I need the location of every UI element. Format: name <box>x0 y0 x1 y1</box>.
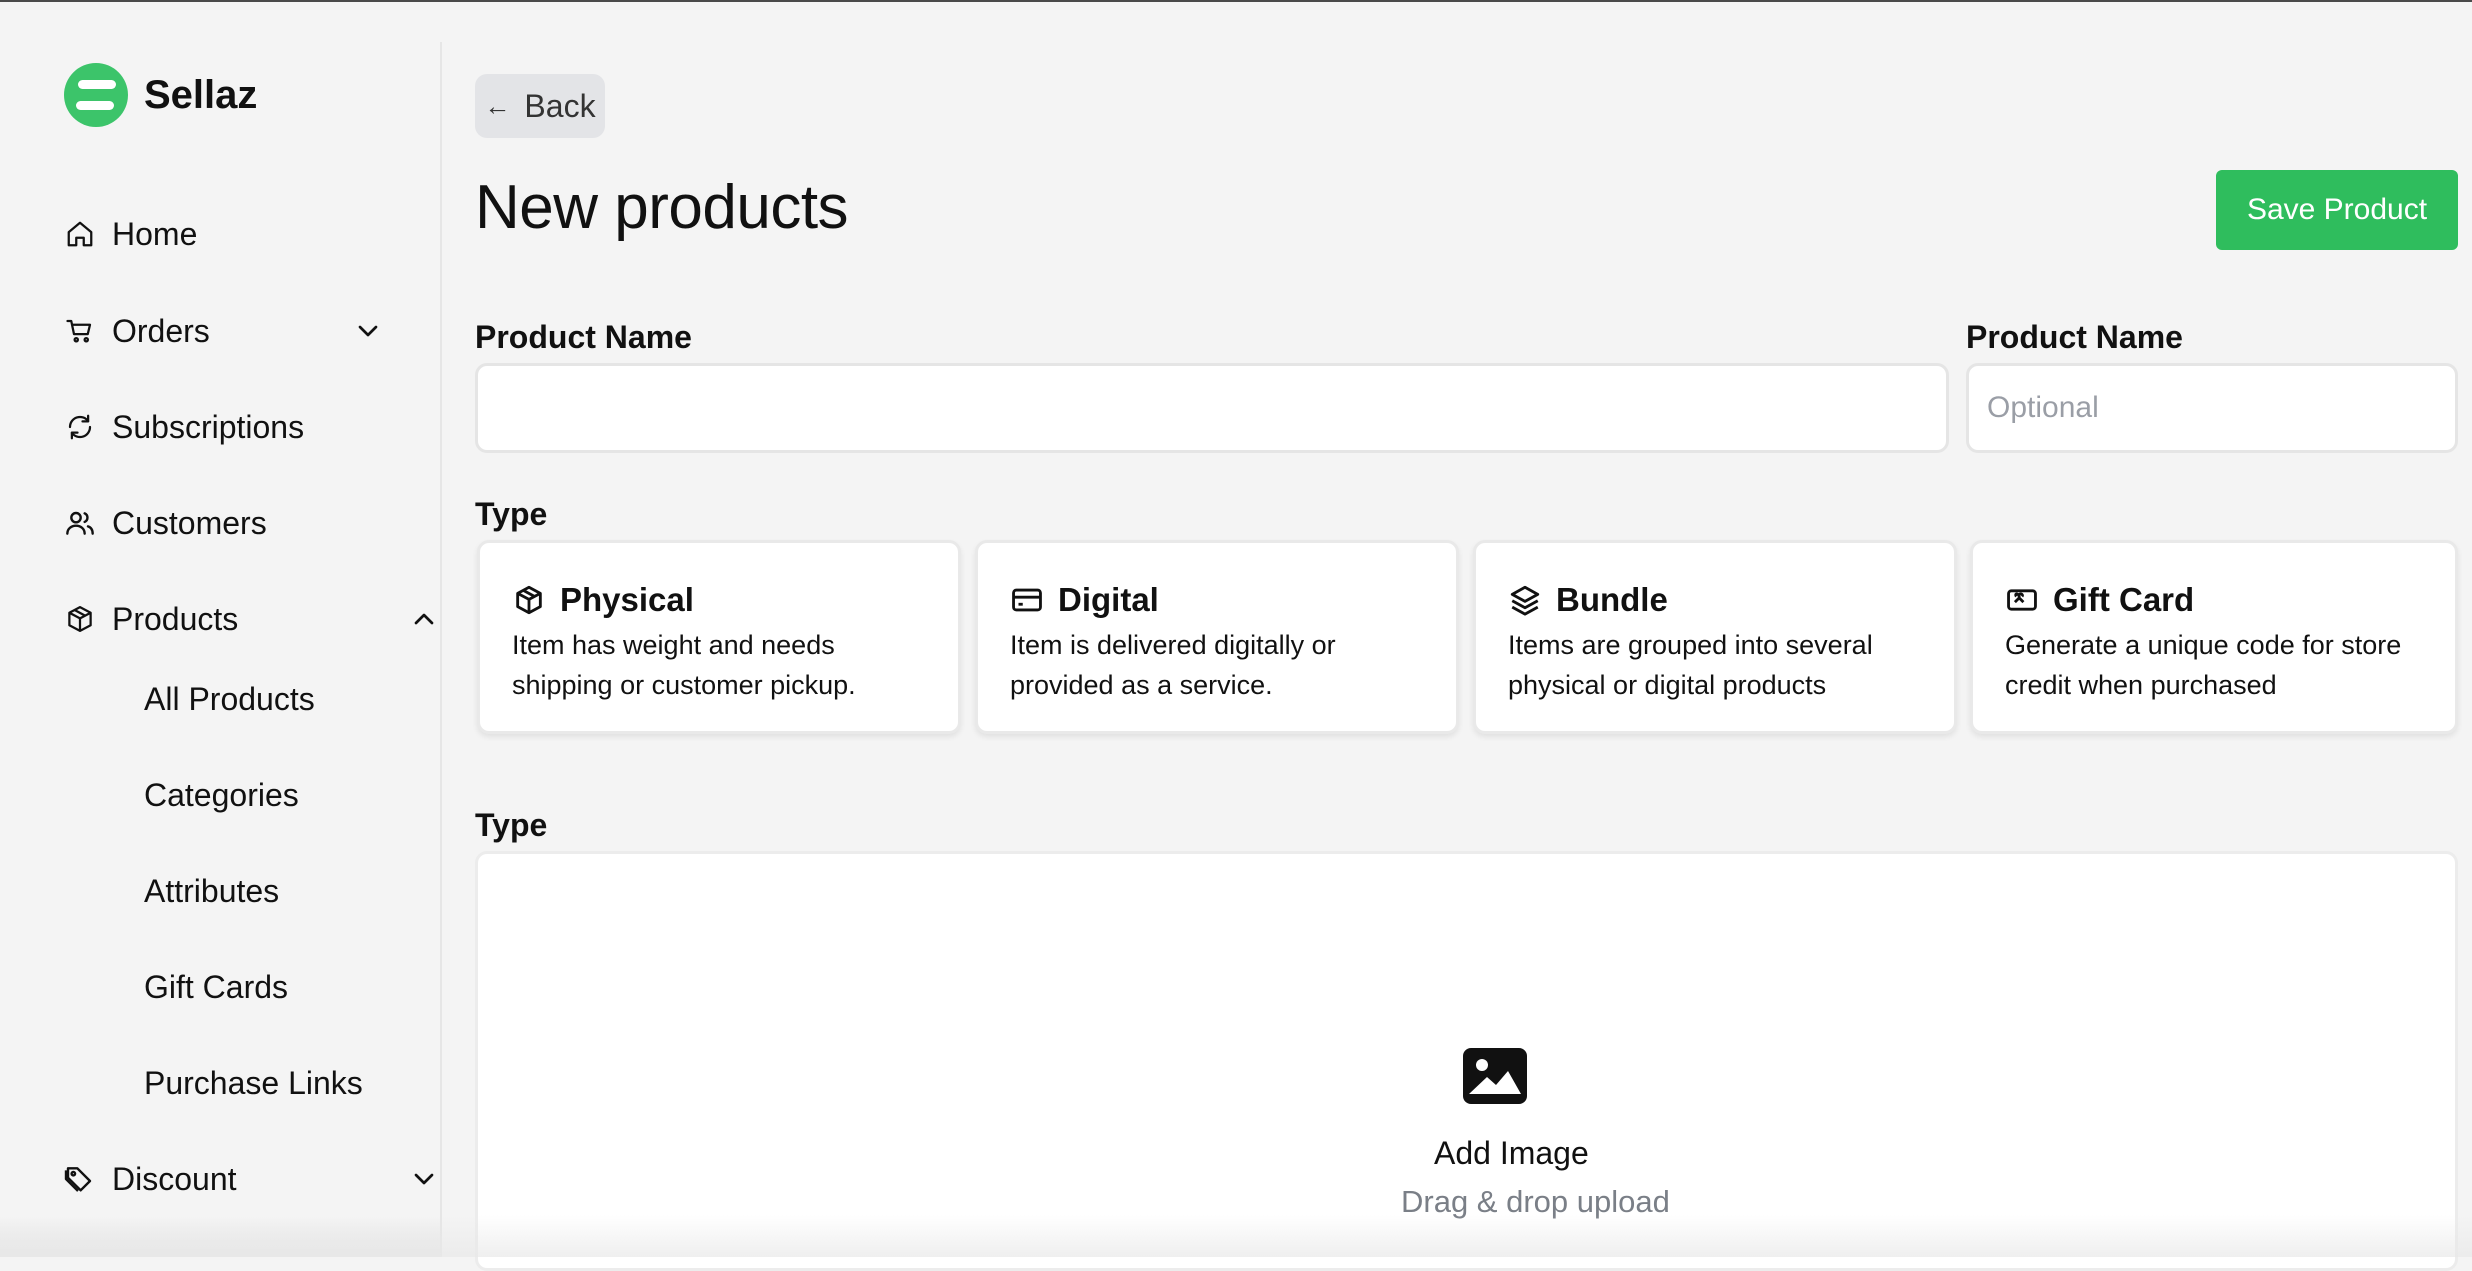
arrow-left-icon: ← <box>484 90 511 121</box>
sidebar-item-products[interactable]: Products <box>64 594 434 644</box>
sidebar: Sellaz Home Orders Subscriptions Custome… <box>0 2 440 1257</box>
back-button[interactable]: ← Back <box>475 74 605 138</box>
chevron-up-icon[interactable] <box>408 603 440 635</box>
product-name-label: Product Name <box>475 319 692 355</box>
layers-icon <box>1510 585 1540 616</box>
image-icon <box>1463 1048 1527 1104</box>
description-line: Generate a unique code for store <box>2005 630 2402 660</box>
type-card-title: Bundle <box>1556 581 1668 618</box>
gift-card-icon <box>2007 589 2037 611</box>
brand[interactable]: Sellaz <box>64 63 257 127</box>
sidebar-bottom-shadow <box>0 1217 440 1257</box>
sidebar-item-discount[interactable]: Discount <box>64 1154 434 1204</box>
sidebar-subitem-purchase-links[interactable]: Purchase Links <box>144 1058 363 1108</box>
description-line: provided as a service. <box>1010 670 1273 700</box>
type-card-description: Generate a unique code for store credit … <box>2005 625 2435 705</box>
tag-icon <box>64 1163 96 1195</box>
sidebar-item-label: Subscriptions <box>112 408 305 445</box>
upload-title: Add Image <box>1434 1135 1589 1171</box>
description-line: shipping or customer pickup. <box>512 670 856 700</box>
type-card-description: Item has weight and needs shipping or cu… <box>512 625 942 705</box>
type-card-bundle[interactable]: Bundle Items are grouped into several ph… <box>1473 540 1957 734</box>
type-card-description: Item is delivered digitally or provided … <box>1010 625 1440 705</box>
sidebar-item-label: Customers <box>112 504 267 541</box>
product-name-input[interactable] <box>475 363 1949 453</box>
description-line: Item is delivered digitally or <box>1010 630 1336 660</box>
type-card-title: Digital <box>1058 581 1159 618</box>
sidebar-item-label: Discount <box>112 1160 237 1197</box>
home-icon <box>64 218 96 250</box>
sidebar-item-customers[interactable]: Customers <box>64 498 374 548</box>
page-title: New products <box>475 173 849 242</box>
sidebar-subitem-all-products[interactable]: All Products <box>144 674 315 724</box>
sidebar-item-home[interactable]: Home <box>64 209 374 259</box>
sidebar-item-orders[interactable]: Orders <box>64 306 378 356</box>
description-line: credit when purchased <box>2005 670 2277 700</box>
product-name-optional-input[interactable] <box>1966 363 2458 453</box>
sidebar-item-label: Orders <box>112 312 210 349</box>
type-card-physical[interactable]: Physical Item has weight and needs shipp… <box>477 540 961 734</box>
type-card-gift-card[interactable]: Gift Card Generate a unique code for sto… <box>1970 540 2458 734</box>
sidebar-item-label: Home <box>112 215 198 252</box>
sidebar-divider <box>440 42 442 1257</box>
back-button-label: Back <box>524 87 596 124</box>
product-name-optional-label: Product Name <box>1966 319 2183 355</box>
cart-icon <box>64 315 96 347</box>
sidebar-item-subscriptions[interactable]: Subscriptions <box>64 402 374 452</box>
type-card-title: Gift Card <box>2053 581 2195 618</box>
sidebar-subitem-attributes[interactable]: Attributes <box>144 866 279 916</box>
refresh-icon <box>64 411 96 443</box>
chevron-down-icon[interactable] <box>352 315 384 347</box>
upload-subtitle: Drag & drop upload <box>1401 1184 1670 1219</box>
brand-name: Sellaz <box>144 72 258 117</box>
sidebar-item-label: Products <box>112 600 239 637</box>
chevron-down-icon[interactable] <box>408 1163 440 1195</box>
description-line: physical or digital products <box>1508 670 1827 700</box>
type-card-digital[interactable]: Digital Item is delivered digitally or p… <box>975 540 1459 734</box>
save-product-button[interactable]: Save Product <box>2216 170 2458 250</box>
box-icon <box>64 603 96 635</box>
type-label: Type <box>475 496 548 532</box>
package-icon <box>516 585 542 615</box>
description-line: Item has weight and needs <box>512 630 835 660</box>
sidebar-subitem-categories[interactable]: Categories <box>144 770 299 820</box>
sidebar-subitem-gift-cards[interactable]: Gift Cards <box>144 962 288 1012</box>
image-section-label: Type <box>475 807 548 843</box>
description-line: Items are grouped into several <box>1508 630 1873 660</box>
type-card-title: Physical <box>560 581 694 618</box>
type-card-description: Items are grouped into several physical … <box>1508 625 1938 705</box>
users-icon <box>64 507 96 539</box>
credit-card-icon <box>1012 588 1042 612</box>
sellaz-logo-icon <box>64 63 128 127</box>
